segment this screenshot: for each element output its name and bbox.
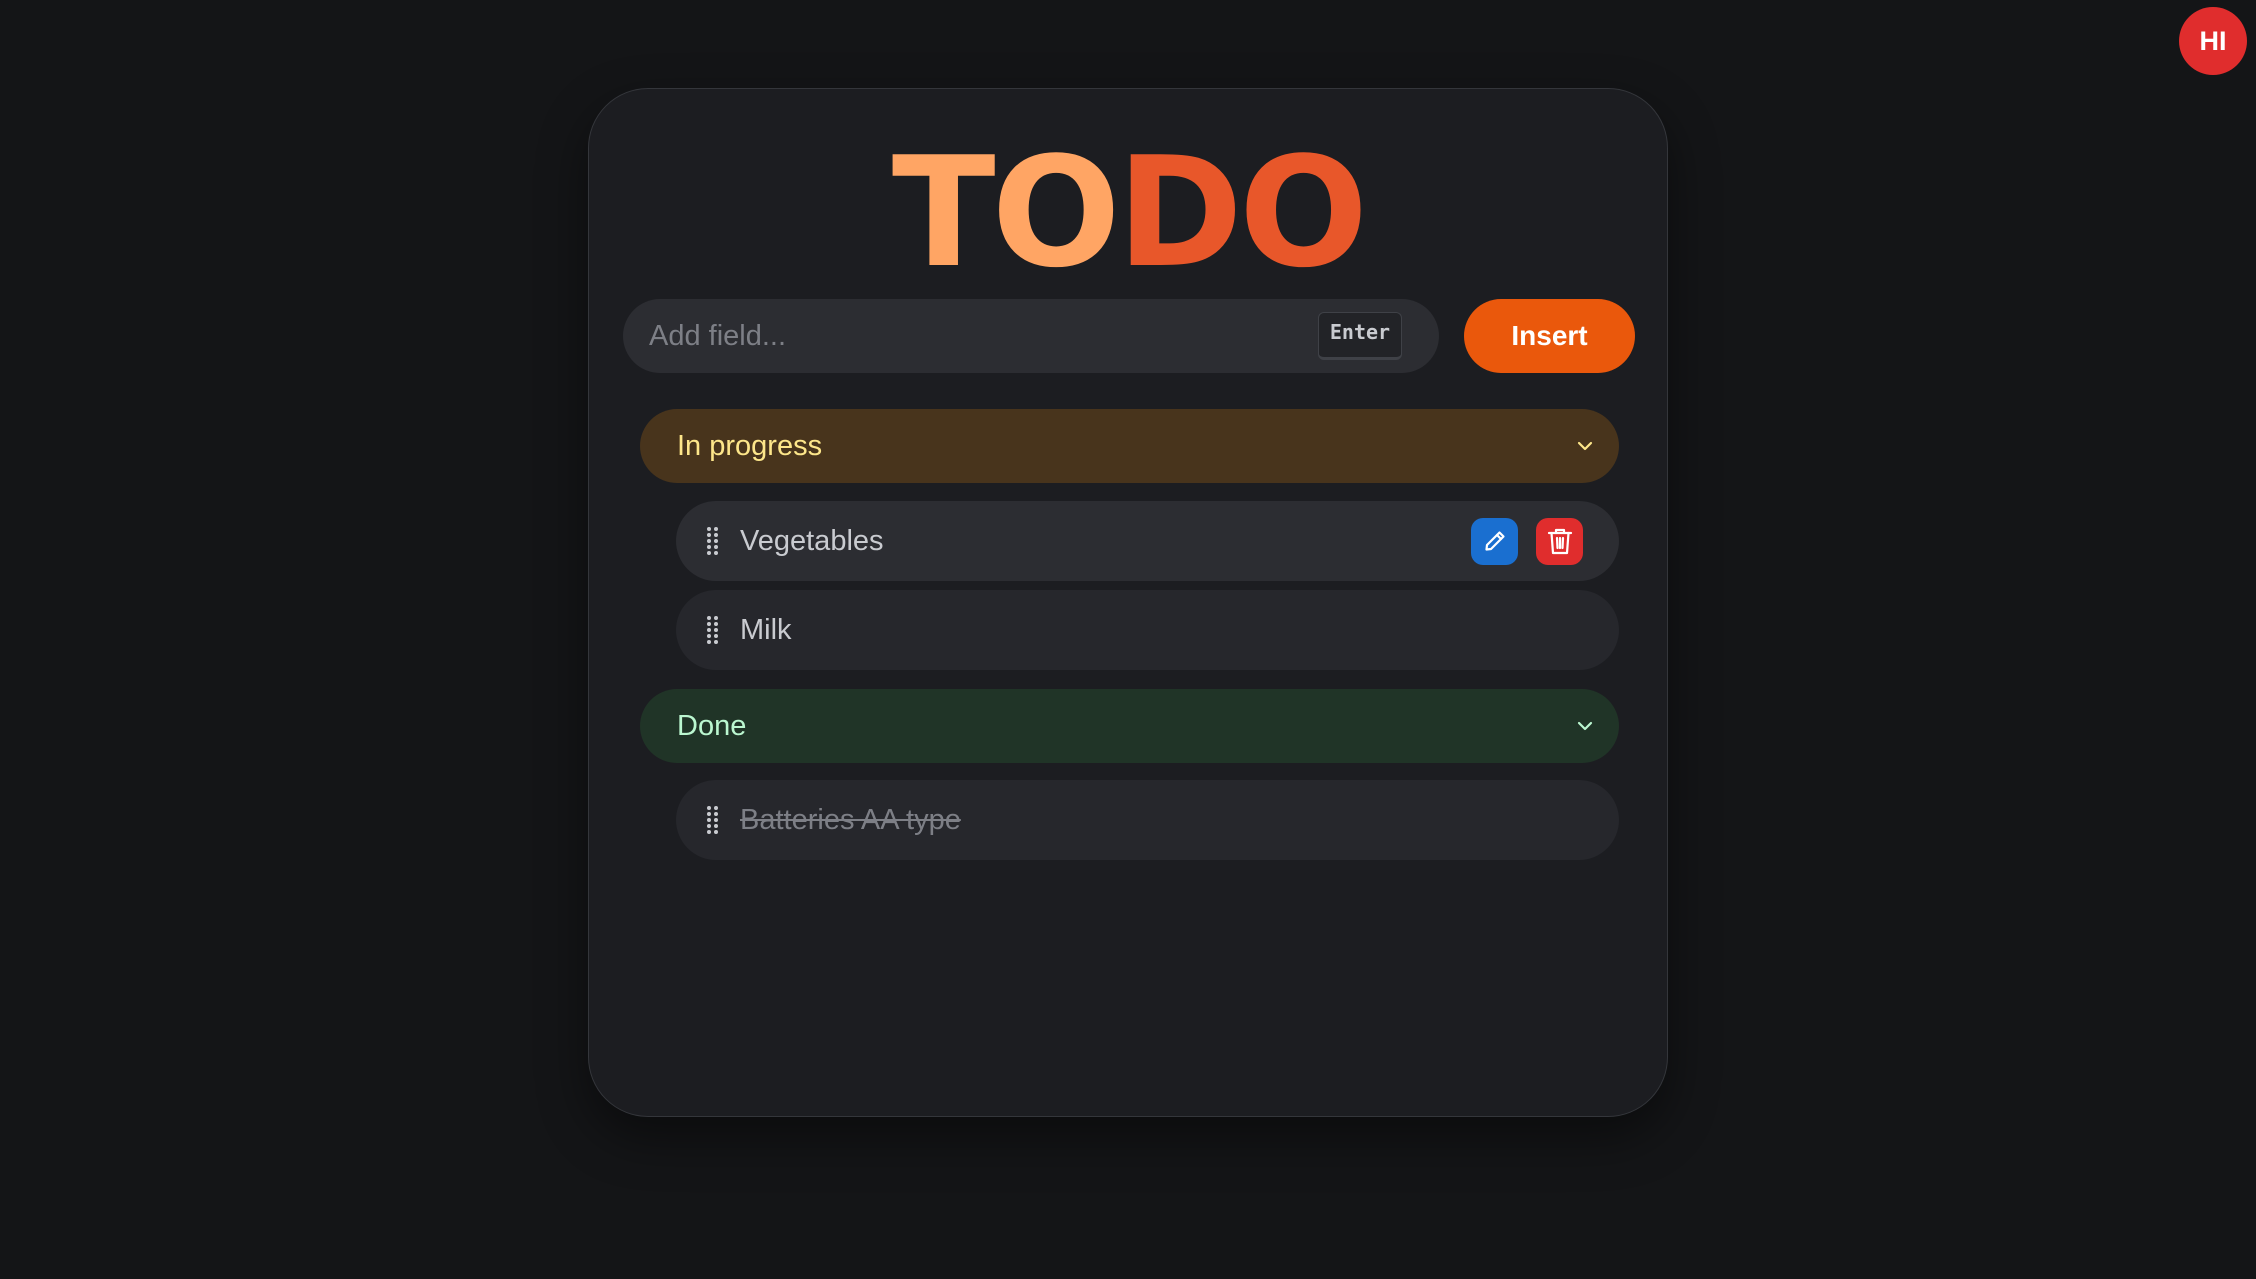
list-item[interactable]: Vegetables: [676, 501, 1619, 581]
list-item[interactable]: Batteries AA type: [676, 780, 1619, 860]
enter-key-hint: Enter: [1318, 312, 1402, 360]
insert-button[interactable]: Insert: [1464, 299, 1635, 373]
add-field-input[interactable]: [623, 299, 1439, 373]
group-header-done[interactable]: Done: [640, 689, 1619, 763]
drag-handle-icon[interactable]: [702, 615, 724, 645]
item-label: Milk: [740, 613, 792, 646]
delete-button[interactable]: [1536, 517, 1583, 565]
app-title: TODO: [589, 129, 1667, 296]
drag-handle-icon[interactable]: [702, 805, 724, 835]
todo-card: TODO Enter Insert In progress Vegetables: [588, 88, 1668, 1117]
chevron-down-icon: [1577, 721, 1593, 731]
group-label: Done: [677, 709, 747, 742]
item-label: Vegetables: [740, 524, 884, 557]
add-field-container: Enter: [623, 299, 1439, 373]
group-label: In progress: [677, 429, 823, 462]
user-avatar[interactable]: HI: [2179, 7, 2247, 75]
drag-handle-icon[interactable]: [702, 526, 724, 556]
group-header-in-progress[interactable]: In progress: [640, 409, 1619, 483]
list-item[interactable]: Milk: [676, 590, 1619, 670]
edit-button[interactable]: [1471, 517, 1518, 565]
pencil-icon: [1484, 531, 1505, 551]
app-title-part1: TO: [891, 124, 1121, 301]
app-title-part2: DO: [1116, 124, 1368, 301]
trash-icon: [1547, 528, 1572, 555]
chevron-down-icon: [1577, 441, 1593, 451]
item-label: Batteries AA type: [740, 803, 961, 836]
